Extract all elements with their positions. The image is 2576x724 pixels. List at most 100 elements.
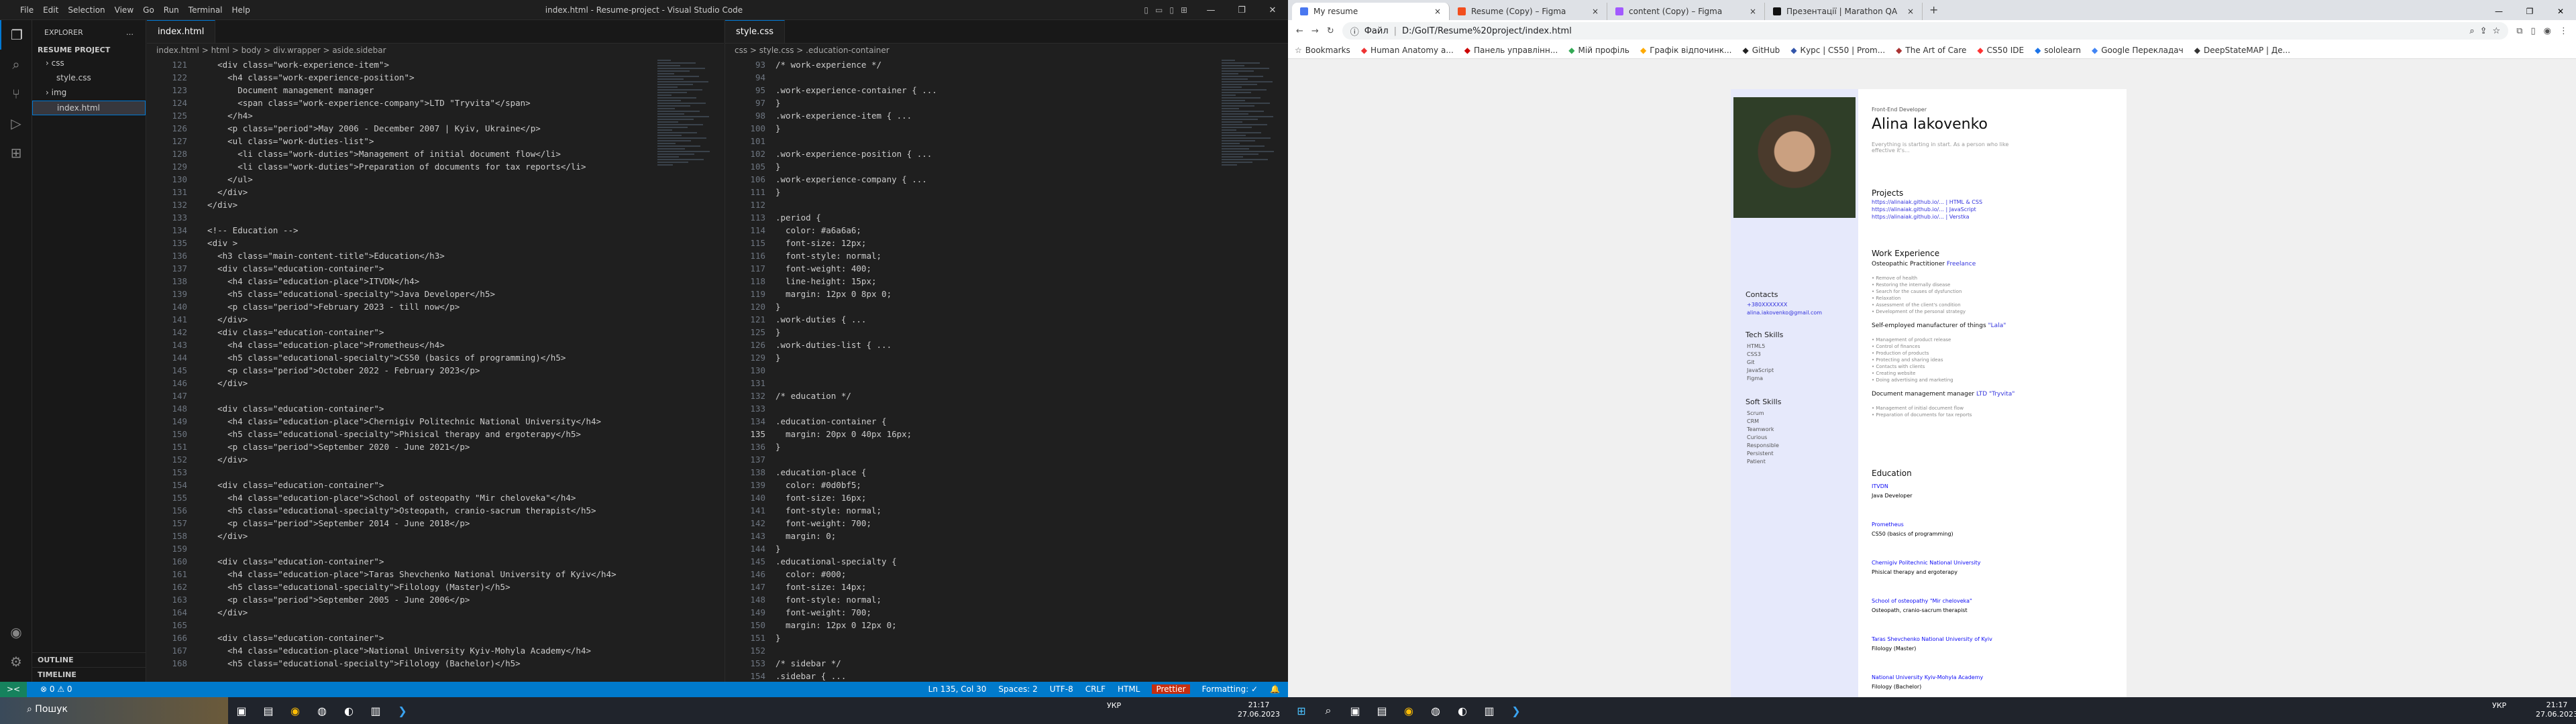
profile-avatar[interactable]: ◉ (2544, 26, 2551, 36)
project-link[interactable]: https://alinaiak.github.io/... | JavaScr… (1872, 206, 1976, 213)
bookmark-item[interactable]: ◆ The Art of Care (1896, 46, 1966, 55)
bookmark-item[interactable]: ◆ Google Перекладач (2092, 46, 2184, 55)
tab-close-icon[interactable]: × (1750, 7, 1756, 16)
clock[interactable]: 21:17 27.06.2023 (1238, 701, 1280, 719)
url-text[interactable]: D:/GoIT/Resume%20project/index.html (1402, 26, 1572, 36)
tray-lang[interactable]: УКР (1107, 701, 1121, 711)
bookmark-item[interactable]: ◆ Панель управлінн... (1464, 46, 1558, 55)
run-debug-icon[interactable]: ▷ (0, 109, 32, 138)
project-root[interactable]: RESUME PROJECT (32, 44, 146, 56)
encoding[interactable]: UTF-8 (1050, 684, 1073, 694)
minimap[interactable] (1222, 58, 1279, 166)
bookmark-item[interactable]: ◆ sololearn (2035, 46, 2081, 55)
bookmark-item[interactable]: ◆ DeepStateMAP | Де... (2194, 46, 2290, 55)
clock[interactable]: 21:17 27.06.2023 (2536, 701, 2576, 719)
problems-count[interactable]: ⊗ 0 ⚠ 0 (40, 684, 72, 694)
minimap[interactable] (657, 58, 714, 166)
close-icon[interactable]: ✕ (1257, 0, 1288, 20)
bookmark-item[interactable]: ◆ Human Anatomy a... (1361, 46, 1454, 55)
bookmark-item[interactable]: ◆ Курс | CS50 | Prom... (1790, 46, 1885, 55)
close-icon[interactable]: ✕ (2545, 3, 2576, 20)
task-view-icon[interactable]: ▣ (1342, 697, 1368, 724)
toggle-panel-icon[interactable]: ▭ (1155, 5, 1163, 15)
zoom-icon[interactable]: ⌕ (2469, 26, 2474, 36)
contact-link[interactable]: +380XXXXXXX (1747, 301, 1787, 309)
info-icon[interactable]: ⓘ (1350, 25, 1359, 38)
outline-section[interactable]: OUTLINE (32, 652, 146, 667)
menu-icon[interactable]: ⋮ (2559, 26, 2568, 36)
prettier-status[interactable]: Prettier (1152, 684, 1190, 694)
browser-tab[interactable]: content (Copy) – Figma × (1607, 3, 1765, 20)
app-icon[interactable]: ◐ (1449, 697, 1476, 724)
tab-style-css[interactable]: style.css (725, 20, 785, 43)
toggle-secondary-icon[interactable]: ▯ (1169, 5, 1174, 15)
browser-tab[interactable]: My resume × (1292, 3, 1450, 20)
minimize-icon[interactable]: — (2483, 3, 2514, 20)
share-icon[interactable]: ⇪ (2480, 26, 2487, 36)
bookmark-item[interactable]: ◆ Мій профіль (1568, 46, 1629, 55)
customize-layout-icon[interactable]: ⊞ (1181, 5, 1187, 15)
new-tab-button[interactable]: + (1923, 0, 1945, 20)
app-icon[interactable]: ◍ (309, 697, 335, 724)
maximize-icon[interactable]: ❐ (2514, 3, 2545, 20)
bookmark-item[interactable]: ◆ GitHub (1742, 46, 1780, 55)
language-mode[interactable]: HTML (1118, 684, 1140, 694)
minimize-icon[interactable]: — (1195, 0, 1226, 20)
task-view-icon[interactable]: ▣ (228, 697, 255, 724)
file-tree-item[interactable]: › css (32, 56, 146, 71)
sidepanel-icon[interactable]: ▯ (2531, 26, 2536, 36)
tab-close-icon[interactable]: × (1434, 7, 1441, 16)
search-icon[interactable]: ⌕ (0, 50, 32, 79)
indentation[interactable]: Spaces: 2 (998, 684, 1037, 694)
search-icon[interactable]: ⌕ (1315, 697, 1342, 724)
manage-gear-icon[interactable]: ⚙ (0, 647, 32, 676)
file-tree-item[interactable]: index.html (32, 101, 146, 115)
start-icon[interactable]: ⊞ (1288, 697, 1315, 724)
file-tree-item[interactable]: › img (32, 86, 146, 101)
vscode-app-icon[interactable]: ❯ (1503, 697, 1529, 724)
extensions-icon[interactable]: ⊞ (0, 138, 32, 168)
timeline-section[interactable]: TIMELINE (32, 667, 146, 682)
project-link[interactable]: https://alinaiak.github.io/... | Verstka (1872, 214, 1969, 220)
chrome-app-icon[interactable]: ◉ (282, 697, 309, 724)
app-icon[interactable]: ◐ (335, 697, 362, 724)
bookmark-item[interactable]: ◆ CS50 IDE (1977, 46, 2024, 55)
vscode-app-icon[interactable]: ❯ (389, 697, 416, 724)
tab-index-html[interactable]: index.html (147, 20, 216, 43)
maximize-icon[interactable]: ❐ (1226, 0, 1257, 20)
project-link[interactable]: https://alinaiak.github.io/... | HTML & … (1872, 199, 1982, 205)
notifications-icon[interactable]: 🔔 (1270, 684, 1280, 694)
search-box[interactable]: ⌕ Пошук (27, 704, 68, 715)
back-icon[interactable]: ← (1296, 26, 1303, 36)
bookmark-item[interactable]: ☆ Bookmarks (1295, 46, 1350, 55)
account-icon[interactable]: ◉ (0, 617, 32, 647)
address-bar[interactable]: ⓘ Файл | D:/GoIT/Resume%20project/index.h… (1342, 22, 2509, 40)
bookmark-item[interactable]: ◆ Графік відпочинк... (1640, 46, 1732, 55)
reload-icon[interactable]: ↻ (1327, 26, 1334, 36)
explorer-app-icon[interactable]: ▤ (255, 697, 282, 724)
toggle-sidebar-icon[interactable]: ▯ (1144, 5, 1148, 15)
explorer-app-icon[interactable]: ▤ (1368, 697, 1395, 724)
layout-controls[interactable]: ▯ ▭ ▯ ⊞ (1144, 5, 1187, 15)
chrome-app-icon[interactable]: ◉ (1395, 697, 1422, 724)
browser-tab[interactable]: Resume (Copy) – Figma × (1450, 3, 1607, 20)
bookmark-star-icon[interactable]: ☆ (2493, 26, 2501, 36)
cursor-position[interactable]: Ln 135, Col 30 (928, 684, 987, 694)
more-actions-icon[interactable]: … (126, 28, 133, 37)
app-icon[interactable]: ◍ (1422, 697, 1449, 724)
tab-close-icon[interactable]: × (1592, 7, 1599, 16)
tab-close-icon[interactable]: × (1907, 7, 1914, 16)
eol[interactable]: CRLF (1085, 684, 1106, 694)
file-tree-item[interactable]: style.css (32, 71, 146, 86)
tray-lang[interactable]: УКР (2492, 701, 2506, 711)
browser-tab[interactable]: Презентації | Marathon QA × (1765, 3, 1923, 20)
forward-icon[interactable]: → (1311, 26, 1319, 36)
app-icon[interactable]: ▥ (362, 697, 389, 724)
extensions-icon[interactable]: ⧉ (2516, 26, 2522, 36)
contact-link[interactable]: alina.iakovenko@gmail.com (1747, 309, 1822, 317)
explorer-icon[interactable]: ❐ (0, 20, 32, 50)
source-control-icon[interactable]: ⑂ (0, 79, 32, 109)
app-icon[interactable]: ▥ (1476, 697, 1503, 724)
formatting-status[interactable]: Formatting: ✓ (1202, 684, 1258, 694)
remote-indicator[interactable]: >< (0, 682, 28, 697)
